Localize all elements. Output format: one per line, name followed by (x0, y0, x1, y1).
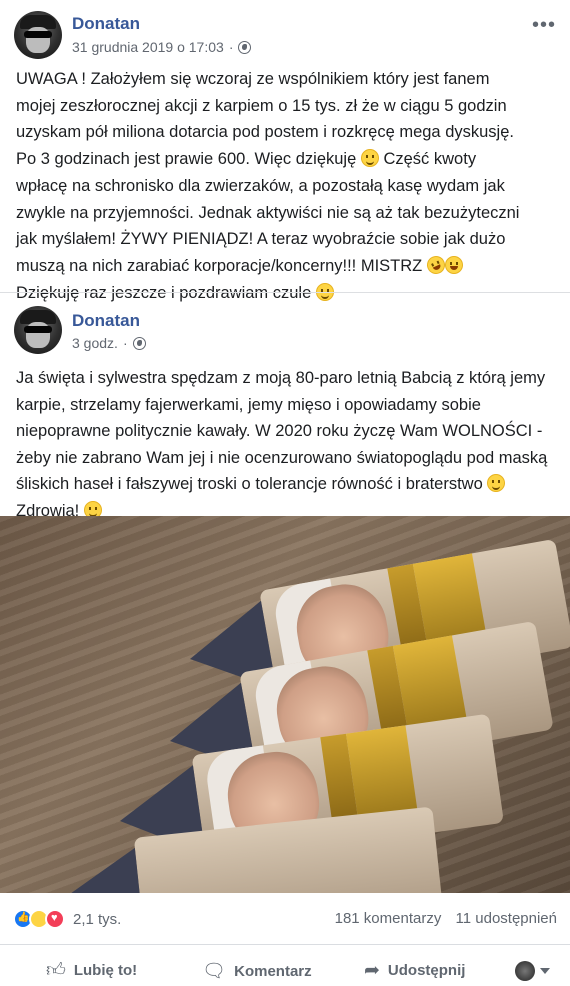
share-arrow-icon: ➦ (364, 960, 380, 981)
share-button-label: Udostępnij (387, 962, 466, 979)
viewer-avatar (515, 961, 535, 981)
shared-text-line: niepoprawne politycznie kawały. W 2020 r… (16, 422, 543, 440)
comment-button-label: Komentarz (234, 962, 312, 980)
comment-count[interactable]: 181 komentarzy (335, 910, 442, 927)
shared-author-name[interactable]: Donatan (72, 311, 140, 331)
share-count[interactable]: 11 udostępnień (456, 910, 557, 927)
post-text-line: uzyskam pół miliona dotarcia pod postem … (16, 123, 514, 142)
globe-icon[interactable] (132, 336, 146, 350)
share-button[interactable]: ➦ Udostępnij (364, 959, 465, 982)
post-text-line: muszą na nich zarabiać korporacje/koncer… (16, 256, 423, 275)
like-button[interactable]: 👍︎ Lubię to! (46, 959, 137, 982)
grinning-emoji-icon (360, 149, 379, 168)
comment-button[interactable]: 🗨︎ Komentarz (202, 959, 312, 983)
post-timestamp[interactable]: 31 grudnia 2019 o 17:03 (72, 39, 224, 55)
shared-post[interactable]: Donatan 3 godz. · Ja święta i sylwestra … (0, 292, 570, 520)
post-text: UWAGA ! Założyłem się wczoraj ze wspólni… (0, 66, 570, 306)
post-text-line: mojej zeszłorocznej akcji z karpiem o 15… (16, 96, 507, 115)
reaction-count[interactable]: 2,1 tys. (73, 911, 121, 928)
post-text-line: jak myślałem! ŻYWY PIENIĄDZ! A teraz wyo… (16, 230, 506, 249)
speech-bubble-icon: 🗨︎ (202, 961, 227, 982)
post-text-line: Część kwoty (383, 150, 477, 169)
smile-emoji-icon (487, 474, 506, 492)
shared-post-text: Ja święta i sylwestra spędzam z moją 80-… (0, 365, 570, 524)
post-text-line: UWAGA ! Założyłem się wczoraj ze wspólni… (16, 70, 490, 88)
engagement-counts: 181 komentarzy 11 udostępnień (335, 910, 557, 927)
globe-icon[interactable] (238, 40, 252, 54)
post-photo[interactable] (0, 516, 570, 893)
post-text-line: zwykle na przyjemności. Jednak aktywiści… (16, 203, 520, 222)
shared-author-avatar[interactable] (14, 306, 62, 354)
reactions-summary[interactable]: 2,1 tys. (13, 909, 121, 929)
chevron-down-icon (540, 968, 550, 974)
facebook-post: Donatan 31 grudnia 2019 o 17:03 · ••• UW… (0, 0, 570, 302)
meta-separator: · (228, 39, 234, 55)
shared-post-timestamp[interactable]: 3 godz. (72, 335, 118, 351)
like-button-label: Lubię to! (73, 962, 138, 979)
more-dots-icon[interactable]: ••• (532, 14, 556, 37)
post-text-line: wpłacę na schronisko dla zwierzaków, a p… (16, 176, 505, 195)
post-header: Donatan 31 grudnia 2019 o 17:03 · ••• (0, 0, 570, 60)
thumbs-up-icon: 👍︎ (46, 960, 66, 981)
author-avatar[interactable] (14, 11, 62, 59)
shared-text-line: Ja święta i sylwestra spędzam z moją 80-… (16, 369, 546, 387)
action-bar: 👍︎ Lubię to! 🗨︎ Komentarz ➦ Udostępnij (0, 944, 570, 986)
post-meta: 31 grudnia 2019 o 17:03 · (72, 39, 252, 55)
post-as-selector[interactable] (515, 961, 550, 981)
shared-text-line: żeby nie zabrano Wam jej i nie ocenzurow… (16, 448, 548, 467)
post-stats: 2,1 tys. 181 komentarzy 11 udostępnień (0, 900, 570, 940)
author-name[interactable]: Donatan (72, 14, 140, 34)
post-text-line: Po 3 godzinach jest prawie 600. Więc dzi… (16, 150, 357, 169)
meta-separator: · (122, 335, 128, 351)
shared-post-meta: 3 godz. · (72, 335, 146, 351)
shared-text-line: karpie, strzelamy fajerwerkami, jemy mię… (16, 395, 481, 414)
shared-text-line: śliskich haseł i fałszywej troski o tole… (16, 475, 483, 493)
joy-emoji-icon (444, 255, 463, 274)
love-reaction-icon (45, 909, 65, 929)
shared-post-header: Donatan 3 godz. · (0, 293, 570, 355)
